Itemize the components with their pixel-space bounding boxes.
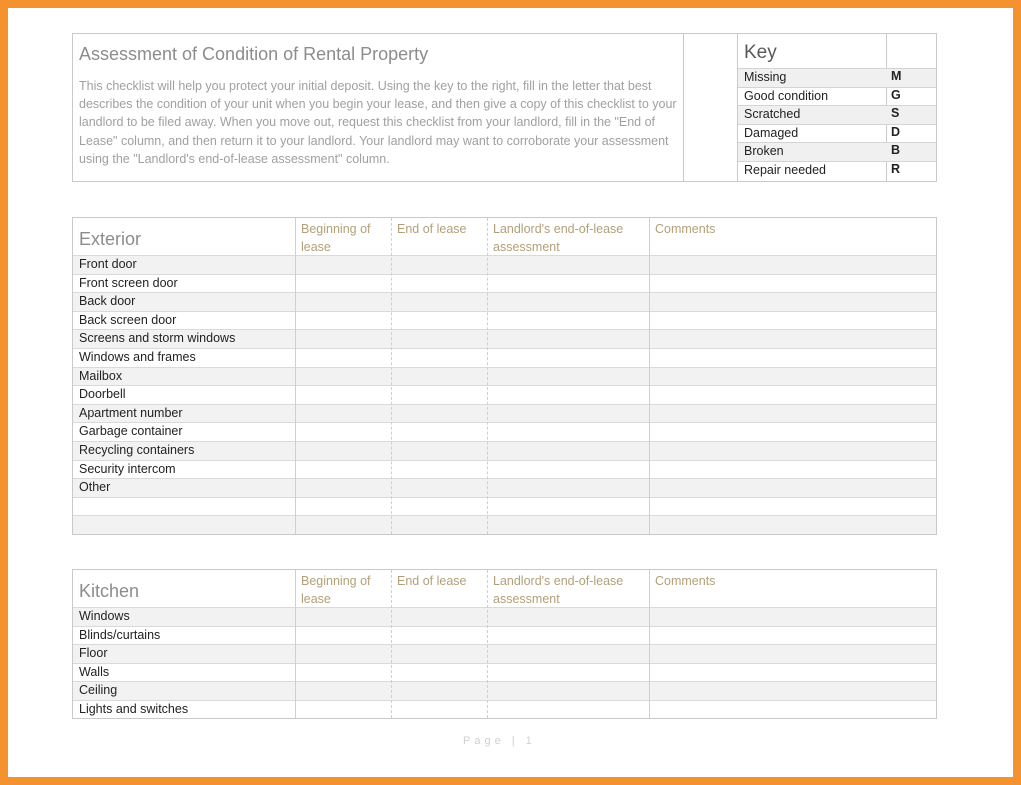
header-end-of-lease: End of lease xyxy=(397,574,467,588)
kitchen-title: Kitchen xyxy=(79,581,140,601)
row-label: Back door xyxy=(79,294,136,309)
column-divider xyxy=(649,218,650,534)
table-row: Front screen door xyxy=(73,273,936,293)
key-code: G xyxy=(891,87,901,102)
key-row: Scratched S xyxy=(738,105,936,124)
row-label: Floor xyxy=(79,646,108,661)
header-landlord-assessment: Landlord's end-of-lease assessment xyxy=(493,574,624,606)
row-label: Garbage container xyxy=(79,424,183,439)
table-row xyxy=(73,496,936,516)
table-row: Other xyxy=(73,478,936,497)
key-code: M xyxy=(891,69,902,83)
table-row: Walls xyxy=(73,662,936,682)
column-divider xyxy=(487,218,488,534)
row-label: Blinds/curtains xyxy=(79,627,161,642)
page-number: Page | 1 xyxy=(463,735,536,747)
key-code: R xyxy=(891,161,901,176)
header-landlord-assessment: Landlord's end-of-lease assessment xyxy=(493,222,624,254)
row-label: Back screen door xyxy=(79,312,177,327)
header-comments: Comments xyxy=(655,222,716,236)
table-row: Windows and frames xyxy=(73,348,936,367)
key-label: Repair needed xyxy=(744,162,827,177)
key-row: Broken B xyxy=(738,142,936,161)
row-label: Front screen door xyxy=(79,275,178,290)
table-row: Floor xyxy=(73,644,936,663)
table-row: Doorbell xyxy=(73,385,936,404)
column-divider xyxy=(649,570,650,718)
table-row: Apartment number xyxy=(73,403,936,423)
column-divider xyxy=(295,218,296,534)
table-row: Lights and switches xyxy=(73,700,936,719)
key-row: Missing M xyxy=(738,68,936,87)
key-label: Good condition xyxy=(744,88,829,103)
key-bottom-line xyxy=(738,181,936,182)
key-code: D xyxy=(891,124,901,139)
key-row: Good condition G xyxy=(738,86,936,106)
key-row: Repair needed R xyxy=(738,160,936,180)
table-row: Recycling containers xyxy=(73,441,936,460)
table-row: Back screen door xyxy=(73,310,936,330)
header-end-of-lease: End of lease xyxy=(397,222,467,236)
table-row: Back door xyxy=(73,292,936,311)
row-label: Other xyxy=(79,480,111,495)
table-row: Blinds/curtains xyxy=(73,625,936,645)
header-beginning-of-lease: Beginning of lease xyxy=(301,222,371,254)
column-divider xyxy=(487,570,488,718)
key-code: B xyxy=(891,143,901,157)
key-label: Broken xyxy=(744,144,784,158)
row-label: Mailbox xyxy=(79,368,123,383)
row-label: Windows and frames xyxy=(79,350,196,364)
table-row: Screens and storm windows xyxy=(73,329,936,348)
header-beginning-of-lease: Beginning of lease xyxy=(301,574,371,606)
table-row: Garbage container xyxy=(73,422,936,441)
key-label: Missing xyxy=(744,70,787,84)
intro-box: Assessment of Condition of Rental Proper… xyxy=(72,33,684,182)
column-divider xyxy=(391,570,392,718)
page-title: Assessment of Condition of Rental Proper… xyxy=(79,44,429,64)
column-divider xyxy=(391,218,392,534)
key-label: Scratched xyxy=(744,107,801,121)
row-label: Walls xyxy=(79,664,110,679)
row-label: Front door xyxy=(79,257,137,271)
header-comments: Comments xyxy=(655,574,716,588)
key-box: Key Missing M Good condition G Scratched S Dam… xyxy=(684,33,937,182)
document-page: Assessment of Condition of Rental Proper… xyxy=(8,8,1013,777)
key-label: Damaged xyxy=(744,125,799,140)
row-label: Apartment number xyxy=(79,405,183,420)
table-row: Front door xyxy=(73,255,936,274)
row-label: Lights and switches xyxy=(79,702,189,716)
table-row: Mailbox xyxy=(73,366,936,386)
row-label: Doorbell xyxy=(79,387,126,402)
row-label: Security intercom xyxy=(79,461,176,476)
row-label: Ceiling xyxy=(79,683,118,698)
key-title: Key xyxy=(744,42,777,63)
table-row xyxy=(73,515,936,534)
exterior-table: Other Security intercom Recycling containe… xyxy=(72,217,937,535)
kitchen-table: Lights and switches Ceiling Walls Floor Blin… xyxy=(72,569,937,719)
row-label: Recycling containers xyxy=(79,443,195,457)
exterior-title: Exterior xyxy=(79,229,142,249)
table-row: Windows xyxy=(73,607,936,626)
row-label: Screens and storm windows xyxy=(79,331,236,346)
table-row: Security intercom xyxy=(73,459,936,479)
table-row: Ceiling xyxy=(73,681,936,700)
intro-description: This checklist will help you protect you… xyxy=(79,79,677,166)
key-row: Damaged D xyxy=(738,123,936,143)
key-code: S xyxy=(891,106,900,120)
column-divider xyxy=(295,570,296,718)
row-label: Windows xyxy=(79,609,130,623)
